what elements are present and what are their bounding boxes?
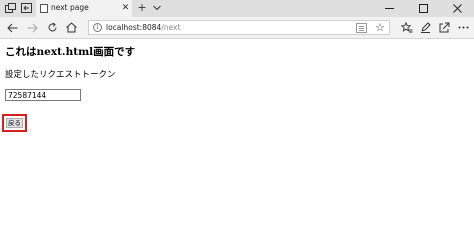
tab-manager-icon[interactable] — [3, 1, 17, 15]
tab-strip: next page ✕ + — [0, 0, 474, 17]
pen-icon[interactable] — [418, 20, 432, 35]
share-icon[interactable] — [437, 20, 451, 35]
back-button-focus-outline: 戻る — [2, 114, 27, 132]
forward-arrow-icon[interactable] — [25, 20, 39, 35]
address-bar[interactable]: i localhost:8084/next ☆ — [88, 20, 390, 35]
browser-toolbar: i localhost:8084/next ☆ — [0, 17, 474, 39]
token-label: 設定したリクエストトークン — [5, 70, 116, 80]
back-arrow-icon[interactable] — [5, 20, 19, 35]
close-icon[interactable]: ✕ — [121, 1, 130, 15]
star-icon[interactable]: ☆ — [374, 21, 386, 34]
plus-icon[interactable]: + — [137, 0, 147, 17]
favorites-icon[interactable] — [400, 20, 414, 35]
refresh-icon[interactable] — [45, 20, 59, 35]
set-aside-tabs-icon[interactable] — [19, 1, 33, 15]
reading-view-icon[interactable] — [356, 23, 367, 33]
chevron-down-icon[interactable] — [152, 0, 162, 17]
tab-next-page[interactable]: next page ✕ — [36, 0, 132, 17]
page-icon — [40, 4, 48, 13]
maximize-icon[interactable] — [406, 0, 440, 17]
page-content: これはnext.html画面です 設定したリクエストトークン 戻る — [0, 40, 474, 248]
close-window-icon[interactable] — [440, 0, 474, 17]
home-icon[interactable] — [64, 20, 78, 35]
tab-title: next page — [51, 3, 89, 12]
info-icon[interactable]: i — [93, 23, 102, 32]
url-text: localhost:8084/next — [106, 21, 180, 34]
back-button[interactable]: 戻る — [6, 118, 23, 128]
url-host: localhost:8084 — [106, 23, 162, 32]
page-title: これはnext.html画面です — [5, 46, 136, 58]
minimize-icon[interactable] — [372, 0, 406, 17]
more-icon[interactable] — [456, 20, 470, 35]
url-path: /next — [161, 23, 181, 32]
token-input[interactable] — [5, 89, 81, 101]
